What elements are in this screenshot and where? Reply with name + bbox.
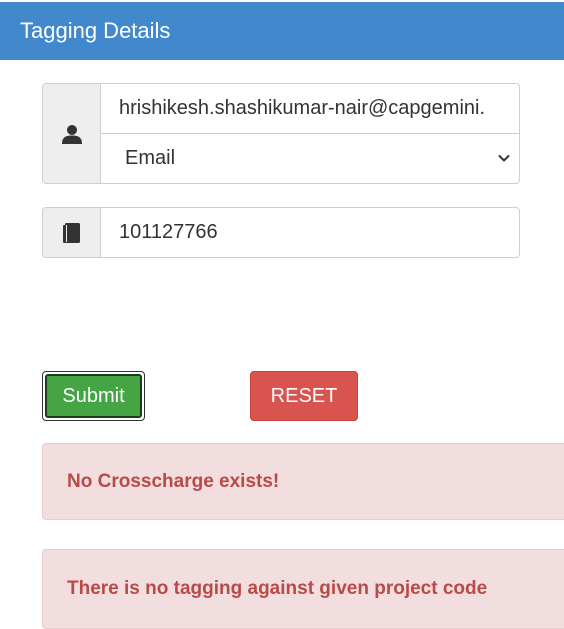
id-type-selected-value: Email (125, 147, 176, 169)
project-code-input[interactable]: 101127766 (101, 208, 519, 257)
submit-button[interactable]: Submit (42, 371, 145, 421)
user-icon-addon (43, 84, 101, 183)
crosscharge-alert: No Crosscharge exists! (42, 443, 564, 520)
project-code-value: 101127766 (119, 221, 218, 243)
id-type-select[interactable]: Email (101, 134, 519, 183)
email-input-value: hrishikesh.shashikumar-nair@capgemini. (119, 97, 486, 119)
identity-input-group: hrishikesh.shashikumar-nair@capgemini. E… (42, 83, 520, 184)
reset-button[interactable]: RESET (250, 371, 358, 421)
crosscharge-alert-text: No Crosscharge exists! (67, 470, 280, 492)
project-code-input-group: 101127766 (42, 207, 520, 258)
page-title: Tagging Details (20, 18, 171, 43)
chevron-down-icon (498, 154, 510, 162)
book-icon (62, 222, 80, 243)
submit-button-label: Submit (45, 374, 142, 418)
email-input[interactable]: hrishikesh.shashikumar-nair@capgemini. (101, 84, 519, 134)
tagging-alert-text: There is no tagging against given projec… (67, 578, 488, 599)
tagging-alert: There is no tagging against given projec… (42, 549, 564, 629)
user-icon (61, 124, 82, 144)
book-icon-addon (43, 208, 101, 257)
page-header: Tagging Details (0, 2, 564, 60)
